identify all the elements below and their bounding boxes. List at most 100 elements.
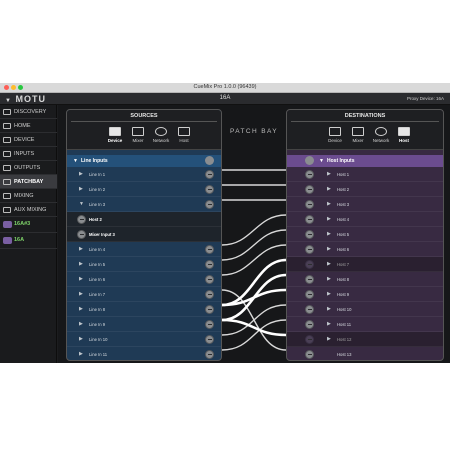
tab-device[interactable]: Device xyxy=(104,125,126,147)
toggle-button[interactable] xyxy=(305,260,314,269)
sidebar-item-label: HOME xyxy=(14,123,31,129)
play-icon: ▶ xyxy=(79,171,83,177)
remove-button[interactable] xyxy=(77,215,86,224)
tab-host[interactable]: Host xyxy=(393,125,415,147)
list-item[interactable]: ▶ Host 1 xyxy=(287,167,443,182)
list-item[interactable]: ▶ Line In 7 xyxy=(67,287,221,302)
row-label: Host 13 xyxy=(337,352,352,357)
title-bar: CueMix Pro 1.0.0 (96439) xyxy=(0,83,450,93)
device-title: 16A xyxy=(219,95,231,101)
toggle-button[interactable] xyxy=(305,215,314,224)
play-icon: ▶ xyxy=(79,351,83,357)
toggle-button[interactable] xyxy=(205,290,214,299)
list-item[interactable]: ▶ Line In 9 xyxy=(67,317,221,332)
toggle-button[interactable] xyxy=(205,200,214,209)
row-label: Host 8 xyxy=(337,277,350,282)
toggle-button[interactable] xyxy=(305,170,314,179)
play-icon: ▶ xyxy=(327,261,331,267)
list-item[interactable]: ▶ Line In 11 xyxy=(67,347,221,360)
toggle-button[interactable] xyxy=(305,335,314,344)
toggle-button[interactable] xyxy=(205,350,214,359)
tab-host[interactable]: Host xyxy=(173,125,195,147)
list-item[interactable]: ▶ Host 7 xyxy=(287,257,443,272)
list-item[interactable]: ▶ Line In 8 xyxy=(67,302,221,317)
list-item[interactable]: ▶ Host 5 xyxy=(287,227,443,242)
toggle-button[interactable] xyxy=(205,260,214,269)
play-icon: ▶ xyxy=(327,201,331,207)
sidebar-item-aux-mixing[interactable]: AUX MIXING xyxy=(0,203,57,217)
toggle-button[interactable] xyxy=(205,305,214,314)
tab-mixer[interactable]: Mixer xyxy=(127,125,149,147)
sidebar-item-patchbay[interactable]: PATCHBAY xyxy=(0,175,57,189)
tab-device[interactable]: Device xyxy=(324,125,346,147)
list-item[interactable]: Host 13 xyxy=(287,347,443,360)
network-icon xyxy=(375,127,387,136)
sidebar-item-inputs[interactable]: INPUTS xyxy=(0,147,57,161)
list-item[interactable]: ▶ Host 6 xyxy=(287,242,443,257)
group-header-host-inputs[interactable]: ▼ Host Inputs xyxy=(287,155,443,167)
tab-network[interactable]: Network xyxy=(370,125,392,147)
toggle-button[interactable] xyxy=(205,170,214,179)
sidebar-item-device-16a[interactable]: 16A xyxy=(0,233,57,249)
toggle-button[interactable] xyxy=(305,275,314,284)
list-item[interactable]: ▶ Line In 4 xyxy=(67,242,221,257)
toggle-button[interactable] xyxy=(205,335,214,344)
toggle-button[interactable] xyxy=(305,185,314,194)
toggle-button[interactable] xyxy=(205,245,214,254)
row-label: Line In 8 xyxy=(89,307,106,312)
row-label: Host 7 xyxy=(337,262,350,267)
tab-label: Host xyxy=(179,138,189,143)
list-item[interactable]: ▶ Line In 2 xyxy=(67,182,221,197)
list-item[interactable]: ▶ Host 8 xyxy=(287,272,443,287)
play-icon: ▶ xyxy=(327,186,331,192)
play-icon: ▶ xyxy=(327,171,331,177)
row-label: Line In 4 xyxy=(89,247,106,252)
toggle-button[interactable] xyxy=(205,275,214,284)
tab-mixer[interactable]: Mixer xyxy=(347,125,369,147)
list-item[interactable]: ▶ Host 4 xyxy=(287,212,443,227)
toggle-button[interactable] xyxy=(305,156,314,165)
sidebar-item-mixing[interactable]: MIXING xyxy=(0,189,57,203)
row-label: Line In 3 xyxy=(89,202,106,207)
list-item[interactable]: ▶ Line In 5 xyxy=(67,257,221,272)
sidebar-item-home[interactable]: HOME xyxy=(0,119,57,133)
toggle-button[interactable] xyxy=(305,245,314,254)
list-item[interactable]: ▶ Line In 10 xyxy=(67,332,221,347)
list-item[interactable]: ▶ Host 2 xyxy=(287,182,443,197)
group-label: Host Inputs xyxy=(327,158,355,164)
sidebar-item-outputs[interactable]: OUTPUTS xyxy=(0,161,57,175)
device-icon xyxy=(3,137,11,143)
row-label: Host 2 xyxy=(337,187,350,192)
sidebar-item-device-16a-3[interactable]: 16A#3 xyxy=(0,217,57,233)
divider xyxy=(291,121,439,122)
row-label: Host 11 xyxy=(337,322,352,327)
list-item[interactable]: ▶ Host 9 xyxy=(287,287,443,302)
list-item[interactable]: ▶ Host 11 xyxy=(287,317,443,332)
group-header-line-inputs[interactable]: ▼ Line Inputs xyxy=(67,155,221,167)
toggle-button[interactable] xyxy=(305,200,314,209)
toggle-button[interactable] xyxy=(205,320,214,329)
list-item[interactable]: ▶ Host 12 xyxy=(287,332,443,347)
app-header: ▼ MOTU 16A Proxy Device: 16A xyxy=(0,93,450,105)
list-item[interactable]: ▶ Line In 6 xyxy=(67,272,221,287)
window-title: CueMix Pro 1.0.0 (96439) xyxy=(193,84,257,90)
list-item[interactable]: ▶ Line In 1 xyxy=(67,167,221,182)
inputs-icon xyxy=(3,151,11,157)
list-item[interactable]: ▼ Line In 3 xyxy=(67,197,221,212)
sidebar-item-device[interactable]: DEVICE xyxy=(0,133,57,147)
toggle-button[interactable] xyxy=(305,320,314,329)
list-item-connection[interactable]: Host 2 xyxy=(67,212,221,227)
toggle-button[interactable] xyxy=(305,350,314,359)
list-item[interactable]: ▶ Host 10 xyxy=(287,302,443,317)
tab-network[interactable]: Network xyxy=(150,125,172,147)
toggle-button[interactable] xyxy=(205,156,214,165)
list-item[interactable]: ▶ Host 3 xyxy=(287,197,443,212)
toggle-button[interactable] xyxy=(305,230,314,239)
list-item-connection[interactable]: Mixer Input 3 xyxy=(67,227,221,242)
sidebar-item-label: 16A#3 xyxy=(14,221,31,227)
toggle-button[interactable] xyxy=(305,290,314,299)
toggle-button[interactable] xyxy=(305,305,314,314)
remove-button[interactable] xyxy=(77,230,86,239)
toggle-button[interactable] xyxy=(205,185,214,194)
sidebar-item-discovery[interactable]: DISCOVERY xyxy=(0,105,57,119)
